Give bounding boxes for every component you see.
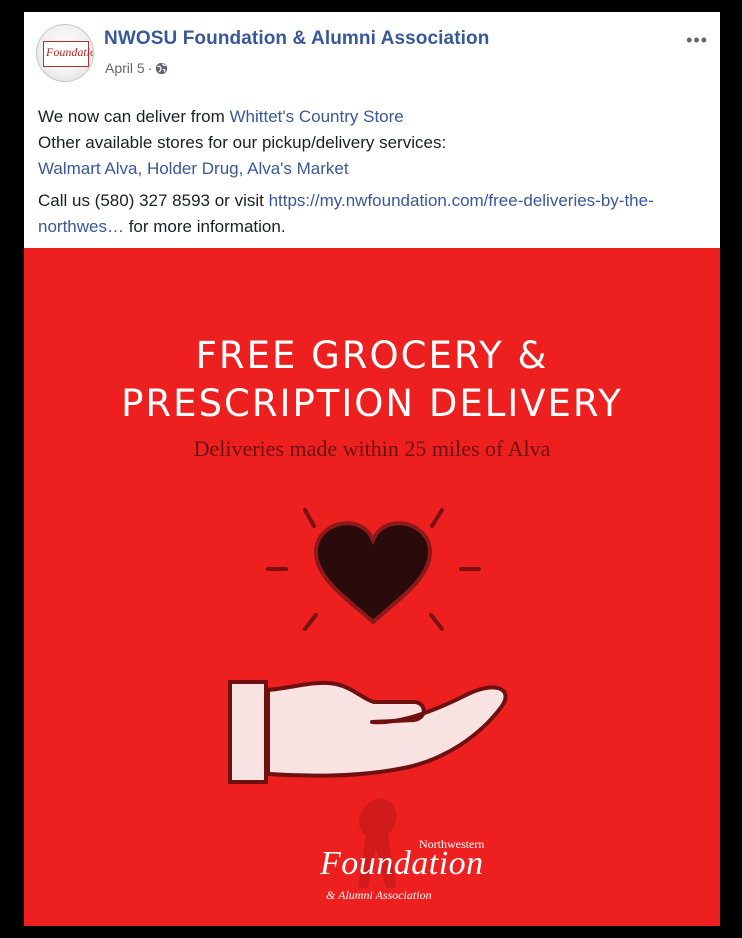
- heart-hand-illustration: [228, 508, 508, 888]
- message-line1-text: We now can deliver from: [38, 107, 230, 126]
- message-paragraph-2: Call us (580) 327 8593 or visit https://…: [38, 188, 706, 240]
- heart-icon: [313, 521, 433, 625]
- promo-image[interactable]: FREE GROCERY & PRESCRIPTION DELIVERY Del…: [24, 248, 720, 926]
- page-avatar[interactable]: Foundation: [36, 24, 94, 82]
- avatar-logo-text: Foundation: [46, 45, 93, 59]
- message-line4-text: Call us (580) 327 8593 or visit: [38, 191, 269, 210]
- facebook-post: Foundation NWOSU Foundation & Alumni Ass…: [24, 12, 720, 926]
- meta-separator: ·: [147, 60, 153, 76]
- message-line2-text: Other available stores for our pickup/de…: [38, 133, 447, 152]
- hand-icon: [228, 680, 508, 784]
- store-link-whittets[interactable]: Whittet's Country Store: [229, 107, 403, 126]
- post-message: We now can deliver from Whittet's Countr…: [38, 104, 706, 246]
- page-name-link[interactable]: NWOSU Foundation & Alumni Association: [104, 28, 489, 50]
- message-line4-suffix: for more information.: [123, 217, 286, 236]
- message-paragraph-1: We now can deliver from Whittet's Countr…: [38, 104, 706, 182]
- screenshot-frame: Foundation NWOSU Foundation & Alumni Ass…: [0, 0, 742, 938]
- globe-icon[interactable]: [155, 62, 168, 75]
- avatar-logo: Foundation: [43, 41, 93, 67]
- post-header: Foundation NWOSU Foundation & Alumni Ass…: [24, 12, 720, 98]
- more-options-icon[interactable]: •••: [686, 30, 708, 51]
- logo-foundation: Foundation: [320, 845, 484, 882]
- post-date[interactable]: April 5: [105, 60, 145, 76]
- store-links[interactable]: Walmart Alva, Holder Drug, Alva's Market: [38, 159, 349, 178]
- post-meta: April 5 ·: [105, 60, 168, 76]
- logo-alumni-association: & Alumni Association: [326, 888, 432, 902]
